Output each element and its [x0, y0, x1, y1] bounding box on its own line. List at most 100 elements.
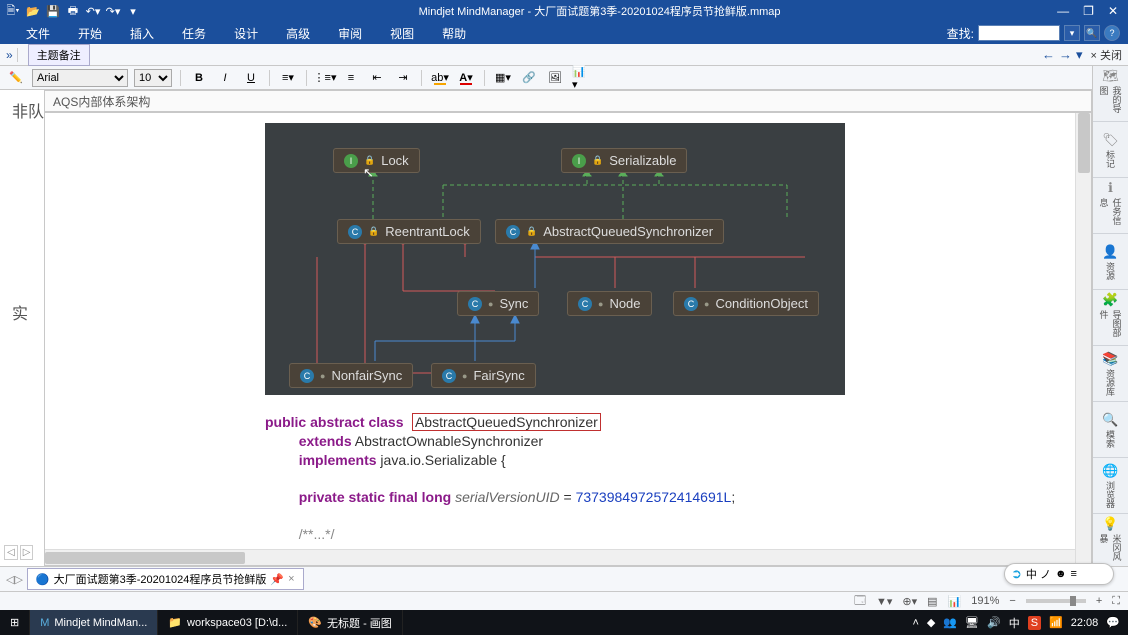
panel-browser[interactable]: 🌐浏览器	[1093, 458, 1128, 514]
minimize-icon[interactable]: —	[1057, 4, 1069, 18]
panel-markers[interactable]: 🏷标记	[1093, 122, 1128, 178]
qat-more-icon[interactable]: ▾	[124, 2, 142, 20]
menu-view[interactable]: 视图	[376, 25, 428, 42]
panel-taskinfo[interactable]: ℹ任务信息	[1093, 178, 1128, 234]
panel-mymaps[interactable]: 🗺我的导图	[1093, 66, 1128, 122]
ime-emoji-icon[interactable]: ☻	[1055, 568, 1067, 580]
class-diagram: I🔒Lock I🔒Serializable C🔒ReentrantLock C🔒…	[265, 123, 845, 395]
search-input[interactable]	[978, 25, 1060, 41]
fullscreen-icon[interactable]: ⛶	[1112, 595, 1120, 608]
font-size-select[interactable]: 10	[134, 69, 172, 87]
canvas[interactable]: I🔒Lock I🔒Serializable C🔒ReentrantLock C🔒…	[45, 113, 1091, 565]
tray-people-icon[interactable]: 👥	[943, 616, 957, 629]
taskbar-item-workspace[interactable]: 📁workspace03 [D:\d...	[158, 610, 298, 635]
zoom-slider[interactable]	[1026, 599, 1086, 603]
align-button[interactable]: ≡▾	[278, 69, 298, 87]
ime-menu-icon[interactable]: ≡	[1071, 568, 1077, 580]
panel-library[interactable]: 📚资源库	[1093, 346, 1128, 402]
zoom-out-icon[interactable]: −	[1009, 595, 1015, 607]
bullets-button[interactable]: ⋮≡▾	[315, 69, 335, 87]
help-icon[interactable]: ?	[1104, 25, 1120, 41]
table-button[interactable]: ▦▾	[493, 69, 513, 87]
taskbar-item-mindmanager[interactable]: MMindjet MindMan...	[30, 610, 158, 635]
save-icon[interactable]: 💾	[44, 2, 62, 20]
tab-notes[interactable]: 主题备注	[28, 44, 90, 66]
image-button[interactable]: 🖼	[545, 69, 565, 87]
outline-icon[interactable]: ▤	[927, 595, 937, 608]
tray-up-icon[interactable]: ˄	[912, 617, 918, 629]
panel-brainstorm[interactable]: 💡米冈风暴	[1093, 514, 1128, 570]
separator	[269, 70, 270, 86]
tray-wifi-icon[interactable]: 📶	[1049, 616, 1063, 629]
menu-advanced[interactable]: 高级	[272, 25, 324, 42]
close-icon[interactable]: ✕	[1108, 4, 1118, 18]
bold-button[interactable]: B	[189, 69, 209, 87]
tray-sogou-icon[interactable]: S	[1028, 616, 1041, 630]
print-icon[interactable]: 🖶	[64, 2, 82, 20]
zoom-label: 191%	[971, 595, 999, 607]
expand-icon[interactable]: »	[6, 48, 13, 62]
tray-time[interactable]: 22:08	[1071, 617, 1099, 629]
italic-button[interactable]: I	[215, 69, 235, 87]
font-name-select[interactable]: Arial	[32, 69, 128, 87]
nav-icon[interactable]: ▷	[20, 545, 34, 560]
panel-search[interactable]: 🔍模索	[1093, 402, 1128, 458]
highlighter-icon[interactable]: ✏️	[6, 69, 26, 87]
tray-battery-icon[interactable]: 🖥	[965, 616, 979, 629]
scrollbar-horizontal[interactable]	[45, 549, 1075, 565]
app-icon: 📁	[168, 616, 182, 629]
close-panel-button[interactable]: × 关闭	[1091, 47, 1122, 63]
search-dropdown-icon[interactable]: ▾	[1064, 25, 1080, 41]
highlight-color-button[interactable]: ab▾	[430, 69, 450, 87]
zoom-in-icon[interactable]: +	[1096, 595, 1102, 607]
document-tabs: ◁▷ 🔵 大厂面试题第3季-20201024程序员节抢鲜版 📌 ×	[0, 566, 1128, 591]
nav-back-icon[interactable]: ←	[1042, 47, 1055, 62]
outdent-button[interactable]: ⇤	[367, 69, 387, 87]
panel-resources[interactable]: 👤资源	[1093, 234, 1128, 290]
search-go-icon[interactable]: 🔍	[1084, 25, 1100, 41]
new-icon[interactable]: 🗎▾	[4, 2, 22, 20]
open-icon[interactable]: 📂	[24, 2, 42, 20]
node-fairsync: C●FairSync	[431, 363, 536, 388]
menu-insert[interactable]: 插入	[116, 25, 168, 42]
nav-icon[interactable]: ◁	[4, 545, 18, 560]
nav-dropdown-icon[interactable]: ▾	[1076, 47, 1083, 63]
menu-task[interactable]: 任务	[168, 25, 220, 42]
tab-pin-icon[interactable]: 📌	[270, 573, 284, 586]
redo-icon[interactable]: ↷▾	[104, 2, 122, 20]
underline-button[interactable]: U	[241, 69, 261, 87]
panel-mapparts[interactable]: 🧩导图部件	[1093, 290, 1128, 346]
menu-home[interactable]: 开始	[64, 25, 116, 42]
numbering-button[interactable]: ≡	[341, 69, 361, 87]
app-icon: 🎨	[308, 616, 322, 629]
start-button[interactable]: ⊞	[0, 610, 30, 635]
tab-close-icon[interactable]: ×	[288, 573, 294, 585]
fit-icon[interactable]: ⊕▾	[902, 595, 917, 608]
filter-icon[interactable]: ▼▾	[876, 595, 892, 608]
menu-help[interactable]: 帮助	[428, 25, 480, 42]
font-color-button[interactable]: A▾	[456, 69, 476, 87]
maximize-icon[interactable]: ❐	[1083, 4, 1094, 18]
indent-button[interactable]: ⇥	[393, 69, 413, 87]
tray-ime-icon[interactable]: 中	[1009, 615, 1020, 631]
doc-tab-1[interactable]: 🔵 大厂面试题第3季-20201024程序员节抢鲜版 📌 ×	[27, 568, 304, 590]
tray-volume-icon[interactable]: 🔊	[987, 616, 1001, 629]
gantt-icon[interactable]: 📊	[948, 595, 962, 608]
menu-design[interactable]: 设计	[220, 25, 272, 42]
menu-review[interactable]: 审阅	[324, 25, 376, 42]
breadcrumb[interactable]: AQS内部体系架构	[44, 90, 1092, 112]
nav-forward-icon[interactable]: →	[1059, 47, 1072, 62]
tray-app-icon[interactable]: ◆	[927, 616, 935, 629]
scrollbar-vertical[interactable]	[1075, 113, 1091, 565]
link-button[interactable]: 🔗	[519, 69, 539, 87]
system-tray: ˄ ◆ 👥 🖥 🔊 中 S 📶 22:08 💬	[912, 615, 1128, 631]
object-button[interactable]: 📊▾	[571, 69, 591, 87]
taskbar-item-paint[interactable]: 🎨无标题 - 画图	[298, 610, 402, 635]
undo-icon[interactable]: ↶▾	[84, 2, 102, 20]
separator	[306, 70, 307, 86]
tabs-nav-icon[interactable]: ◁▷	[6, 573, 23, 586]
view-icon[interactable]: 🗔	[854, 592, 866, 611]
ime-toolbar[interactable]: ➲ 中 ノ ☻ ≡	[1004, 563, 1114, 585]
tray-notification-icon[interactable]: 💬	[1106, 616, 1120, 629]
menu-file[interactable]: 文件	[12, 25, 64, 42]
